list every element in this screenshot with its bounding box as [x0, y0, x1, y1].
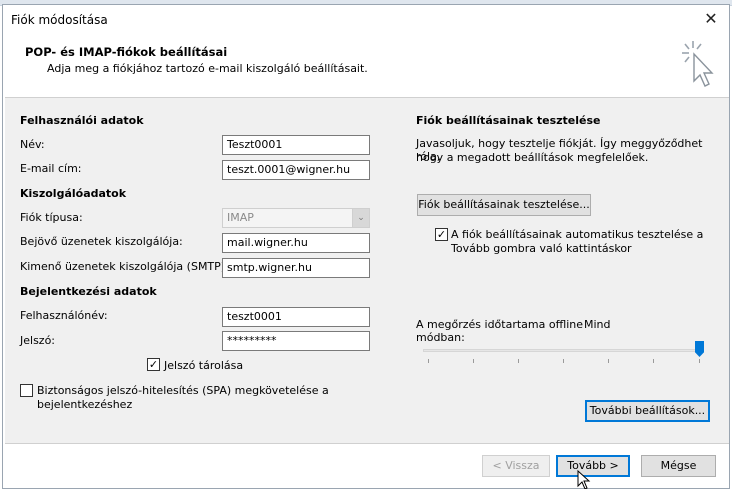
test-account-button[interactable]: Fiók beállításainak tesztelése... [417, 194, 591, 216]
email-label: E-mail cím: [20, 162, 82, 175]
server-section-title: Kiszolgálóadatok [20, 187, 127, 200]
offline-slider-track[interactable] [423, 349, 703, 352]
offline-label-line1: A megőrzés időtartama offline [416, 318, 584, 331]
username-field[interactable]: teszt0001 [222, 307, 370, 327]
spa-checkbox[interactable] [20, 384, 33, 397]
incoming-server-label: Bejövő üzenetek kiszolgálója: [20, 235, 183, 248]
cursor-sparkle-icon [682, 41, 714, 87]
name-field[interactable]: Teszt0001 [222, 135, 370, 155]
page-title: POP- és IMAP-fiókok beállításai [25, 45, 228, 59]
slider-tick [563, 359, 564, 363]
close-icon[interactable]: ✕ [701, 9, 721, 29]
test-description-line2: hogy a megadott beállítások megfelelőek. [416, 151, 649, 164]
more-settings-button[interactable]: További beállítások... [585, 400, 710, 422]
slider-tick [608, 359, 609, 363]
remember-password-checkbox[interactable]: ✓ [147, 358, 160, 371]
slider-tick [518, 359, 519, 363]
outgoing-server-label: Kimenő üzenetek kiszolgálója (SMTP): [20, 260, 229, 273]
incoming-server-field[interactable]: mail.wigner.hu [222, 233, 370, 253]
user-section-title: Felhasználói adatok [20, 114, 144, 127]
account-type-value: IMAP [227, 211, 254, 224]
login-section-title: Bejelentkezési adatok [20, 285, 157, 298]
slider-tick [428, 359, 429, 363]
account-settings-dialog: Fiók módosítása ✕ POP- és IMAP-fiókok be… [2, 4, 730, 489]
slider-tick [653, 359, 654, 363]
settings-panel: Felhasználói adatok Név: Teszt0001 E-mai… [5, 97, 729, 444]
test-section-title: Fiók beállításainak tesztelése [416, 114, 601, 127]
slider-tick [699, 359, 700, 363]
spa-label-line1: Biztonságos jelszó-hitelesítés (SPA) meg… [37, 384, 329, 397]
name-label: Név: [20, 138, 45, 151]
spa-label-line2: bejelentkezéshez [37, 398, 133, 411]
password-field[interactable]: ********* [222, 331, 370, 351]
offline-label-line2: módban: [416, 331, 465, 344]
auto-test-label-line2: Tovább gombra való kattintáskor [451, 242, 632, 255]
account-type-label: Fiók típusa: [20, 211, 83, 224]
title-bar: Fiók módosítása ✕ [3, 5, 729, 33]
offline-value: Mind [584, 318, 611, 331]
cancel-button[interactable]: Mégse [641, 455, 716, 477]
window-title: Fiók módosítása [11, 13, 108, 27]
remember-password-label: Jelszó tárolása [164, 359, 244, 372]
email-field[interactable]: teszt.0001@wigner.hu [222, 160, 370, 180]
auto-test-label-line1: A fiók beállításainak automatikus teszte… [451, 228, 704, 241]
account-type-select: IMAP ⌄ [222, 208, 370, 228]
page-subtitle: Adja meg a fiókjához tartozó e-mail kisz… [47, 62, 368, 75]
slider-tick [473, 359, 474, 363]
chevron-down-icon: ⌄ [352, 209, 369, 227]
next-button[interactable]: Tovább > [556, 455, 630, 477]
username-label: Felhasználónév: [20, 309, 108, 322]
password-label: Jelszó: [20, 334, 56, 347]
back-button[interactable]: < Vissza [482, 455, 550, 477]
outgoing-server-field[interactable]: smtp.wigner.hu [222, 258, 370, 278]
auto-test-checkbox[interactable]: ✓ [435, 228, 448, 241]
mouse-pointer-icon [577, 470, 591, 489]
